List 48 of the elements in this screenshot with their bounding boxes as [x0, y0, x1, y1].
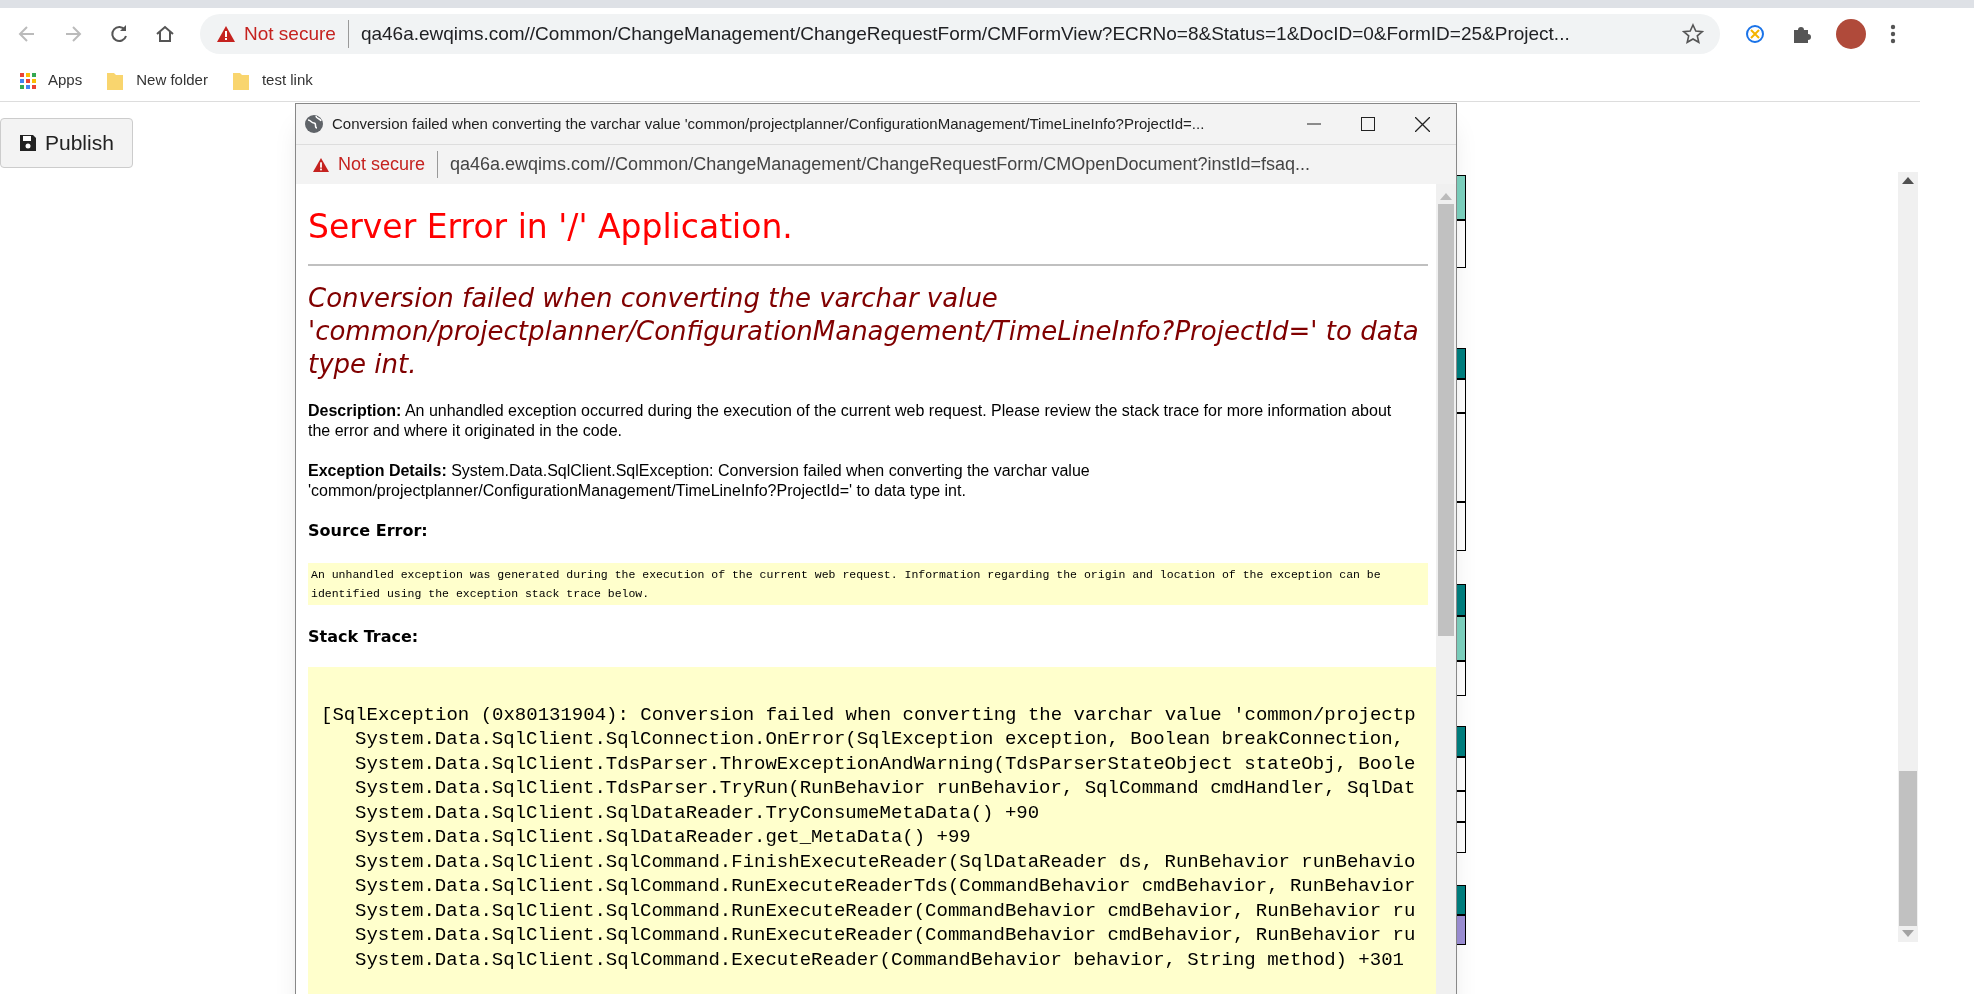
- stack-trace-line: System.Data.SqlClient.SqlDataReader.get_MetaData() +99: [355, 825, 971, 850]
- stack-trace-line: System.Data.SqlClient.SqlCommand.FinishExecuteReader(SqlDataReader ds, RunBehavior runBehavio: [355, 849, 1416, 874]
- close-icon[interactable]: [1415, 116, 1430, 132]
- address-bar[interactable]: Not secure qa46a.ewqims.com//Common/ChangeManagement/ChangeRequestForm/CMFormView?ECRNo=8&Status=1&DocID=0&FormID=25&Project...: [200, 14, 1720, 54]
- scrollbar-thumb[interactable]: [1438, 204, 1454, 636]
- publish-button[interactable]: Publish: [0, 118, 133, 168]
- source-error-text: An unhandled exception was generated during the execution of the current web request. Information regarding the origin and location of the exception can be identified using the exception stack trace below.: [308, 562, 1428, 605]
- page-scrollbar[interactable]: [1898, 172, 1918, 942]
- star-icon[interactable]: [1682, 23, 1704, 45]
- stack-trace-line: System.Data.SqlClient.SqlCommand.RunExecuteReader(CommandBehavior cmdBehavior, RunBehavior ru: [355, 898, 1416, 923]
- description-text: Description: An unhandled exception occurred during the execution of the current web request. Please review the stack trace for more information about the error and where it originated in the code.: [308, 400, 1393, 441]
- apps-grid-icon: [20, 72, 36, 89]
- stack-trace-line: System.Data.SqlClient.SqlCommand.RunExecuteReaderTds(CommandBehavior cmdBehavior, RunBehavior: [355, 874, 1416, 899]
- folder-icon: [106, 70, 125, 91]
- save-icon: [19, 134, 37, 152]
- stack-trace-label: Stack Trace:: [308, 625, 419, 648]
- url-text: qa46a.ewqims.com//Common/ChangeManagement/ChangeRequestForm/CMFormView?ECRNo=8&Status=1&DocID=0&FormID=25&Project...: [359, 21, 1570, 46]
- maximize-icon[interactable]: [1361, 117, 1375, 131]
- stack-trace-line: System.Data.SqlClient.SqlCommand.ExecuteReader(CommandBehavior behavior, String method) +301: [355, 947, 1404, 972]
- url-text: qa46a.ewqims.com//Common/ChangeManagement/ChangeRequestForm/CMOpenDocument?instId=fsaq...: [449, 153, 1310, 176]
- stack-trace-line: System.Data.SqlClient.SqlDataReader.TryConsumeMetaData() +90: [355, 800, 1040, 825]
- source-error-label: Source Error:: [308, 519, 428, 542]
- globe-icon: [304, 114, 324, 134]
- error-message: Conversion failed when converting the varchar value 'common/projectplanner/ConfigurationManagement/TimeLineInfo?ProjectId=' to data type int.: [308, 281, 1420, 381]
- stack-trace-line: System.Data.SqlClient.SqlCommand.RunExecuteReader(CommandBehavior cmdBehavior, RunBehavior ru: [355, 923, 1416, 948]
- stack-trace-line: System.Data.SqlClient.SqlConnection.OnError(SqlException exception, Boolean breakConnection,: [355, 727, 1404, 752]
- warning-icon: [312, 156, 330, 173]
- bookmark-link[interactable]: test link: [231, 69, 313, 92]
- bookmark-link[interactable]: New folder: [106, 69, 208, 92]
- extension-icon[interactable]: [1744, 23, 1766, 45]
- warning-icon: [216, 25, 236, 43]
- stack-trace-line: System.Data.SqlClient.TdsParser.ThrowExceptionAndWarning(TdsParserStateObject stateObj, Boole: [355, 751, 1416, 776]
- popup-title: Conversion failed when converting the varchar value 'common/projectplanner/ConfigurationManagement/TimeLineInfo?ProjectId=...: [332, 113, 1205, 134]
- scrollbar-thumb[interactable]: [1899, 771, 1917, 926]
- folder-icon: [231, 70, 250, 91]
- scroll-up-icon[interactable]: [1902, 176, 1914, 184]
- bookmark-link[interactable]: Apps: [20, 69, 83, 92]
- error-title: Server Error in '/' Application.: [308, 206, 793, 248]
- popup-scrollbar[interactable]: [1436, 184, 1456, 994]
- stack-trace-line: [SqlException (0x80131904): Conversion failed when converting the varchar value 'common/projectp: [321, 702, 1416, 727]
- home-icon[interactable]: [154, 23, 176, 45]
- reload-icon[interactable]: [108, 23, 130, 45]
- stack-trace-line: System.Data.SqlClient.TdsParser.TryRun(RunBehavior runBehavior, SqlCommand cmdHandler, SqlDat: [355, 776, 1416, 801]
- security-label: Not secure: [338, 151, 439, 178]
- exception-details: Exception Details: System.Data.SqlClient.SqlException: Conversion failed when converting the varchar value 'common/projectplanner/ConfigurationManagement/TimeLineInfo?ProjectId=' to data type int.: [308, 460, 1091, 501]
- avatar[interactable]: [1836, 19, 1866, 49]
- menu-icon[interactable]: [1890, 23, 1896, 45]
- security-label: Not secure: [244, 19, 349, 49]
